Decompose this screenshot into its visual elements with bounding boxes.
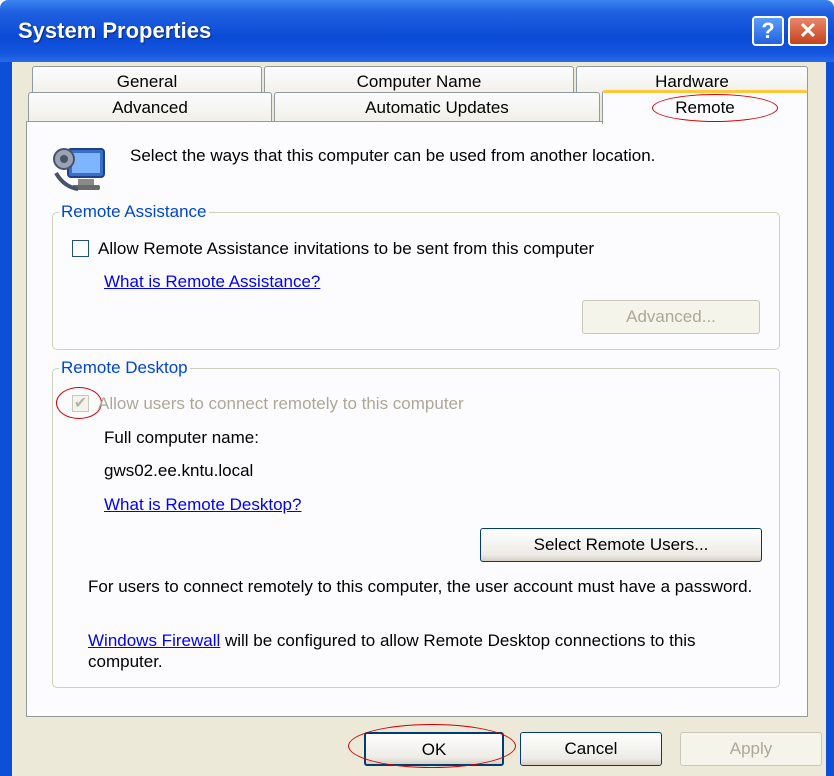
tab-automatic-updates[interactable]: Automatic Updates	[274, 92, 600, 122]
remote-desktop-legend: Remote Desktop	[61, 358, 188, 377]
cancel-button[interactable]: Cancel	[520, 732, 662, 766]
ok-button[interactable]: OK	[364, 732, 504, 766]
what-is-remote-desktop-link[interactable]: What is Remote Desktop?	[104, 495, 301, 515]
remote-desktop-checkbox[interactable]: ✔	[72, 395, 89, 412]
firewall-note: Windows Firewall will be configured to a…	[88, 630, 758, 672]
advanced-button[interactable]: Advanced...	[582, 300, 760, 334]
tab-remote[interactable]: Remote	[602, 90, 808, 124]
window-frame-right	[826, 62, 834, 776]
title-bar[interactable]: System Properties ? ✕	[0, 0, 834, 62]
what-is-remote-assistance-link[interactable]: What is Remote Assistance?	[104, 272, 320, 292]
tab-advanced[interactable]: Advanced	[28, 92, 272, 122]
help-button[interactable]: ?	[752, 16, 784, 46]
remote-desktop-checkbox-label[interactable]: Allow users to connect remotely to this …	[98, 394, 464, 414]
full-computer-name-value: gws02.ee.kntu.local	[104, 461, 254, 480]
full-computer-name-label: Full computer name:	[104, 428, 259, 447]
close-button[interactable]: ✕	[788, 16, 828, 46]
intro-text: Select the ways that this computer can b…	[130, 146, 656, 165]
select-remote-users-button[interactable]: Select Remote Users...	[480, 528, 762, 562]
window-frame-left	[0, 62, 12, 776]
remote-assistance-checkbox[interactable]	[72, 240, 89, 257]
password-note: For users to connect remotely to this co…	[88, 577, 753, 596]
remote-computer-icon	[53, 148, 105, 191]
system-properties-window: System Properties ? ✕ General Computer N…	[0, 0, 834, 776]
window-title: System Properties	[18, 18, 212, 43]
windows-firewall-link[interactable]: Windows Firewall	[88, 631, 220, 650]
remote-assistance-legend: Remote Assistance	[61, 202, 207, 221]
remote-assistance-checkbox-label[interactable]: Allow Remote Assistance invitations to b…	[98, 239, 594, 259]
apply-button[interactable]: Apply	[680, 732, 822, 766]
